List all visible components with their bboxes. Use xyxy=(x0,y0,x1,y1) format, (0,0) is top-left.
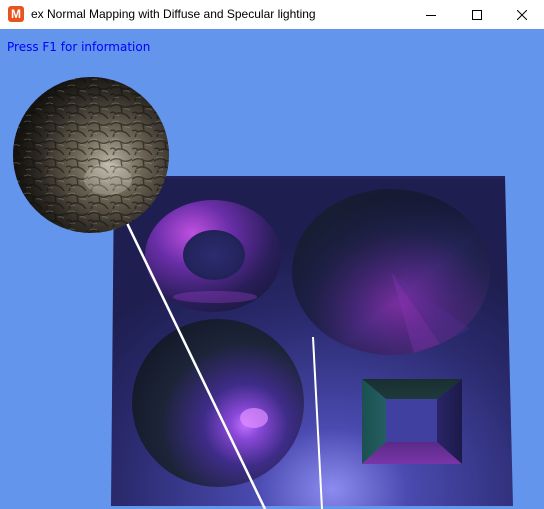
minimize-icon xyxy=(426,14,436,16)
maximize-icon xyxy=(472,9,482,20)
minimize-button[interactable] xyxy=(408,0,454,29)
app-window: M ex Normal Mapping with Diffuse and Spe… xyxy=(0,0,544,509)
3d-scene xyxy=(13,77,513,509)
info-hint-text: Press F1 for information xyxy=(7,40,151,54)
stone-texture-sphere xyxy=(13,77,169,233)
hemisphere-dome xyxy=(132,319,304,487)
maximize-button[interactable] xyxy=(454,0,500,29)
title-bar[interactable]: M ex Normal Mapping with Diffuse and Spe… xyxy=(0,0,544,29)
cone-disc xyxy=(292,189,490,355)
window-title: ex Normal Mapping with Diffuse and Specu… xyxy=(31,7,316,21)
torus xyxy=(145,200,281,312)
monogame-logo-icon[interactable]: M xyxy=(8,6,24,22)
square-pit xyxy=(362,379,462,464)
close-icon xyxy=(517,9,527,20)
close-button[interactable] xyxy=(499,0,544,29)
game-viewport[interactable]: Press F1 for information xyxy=(0,29,544,509)
